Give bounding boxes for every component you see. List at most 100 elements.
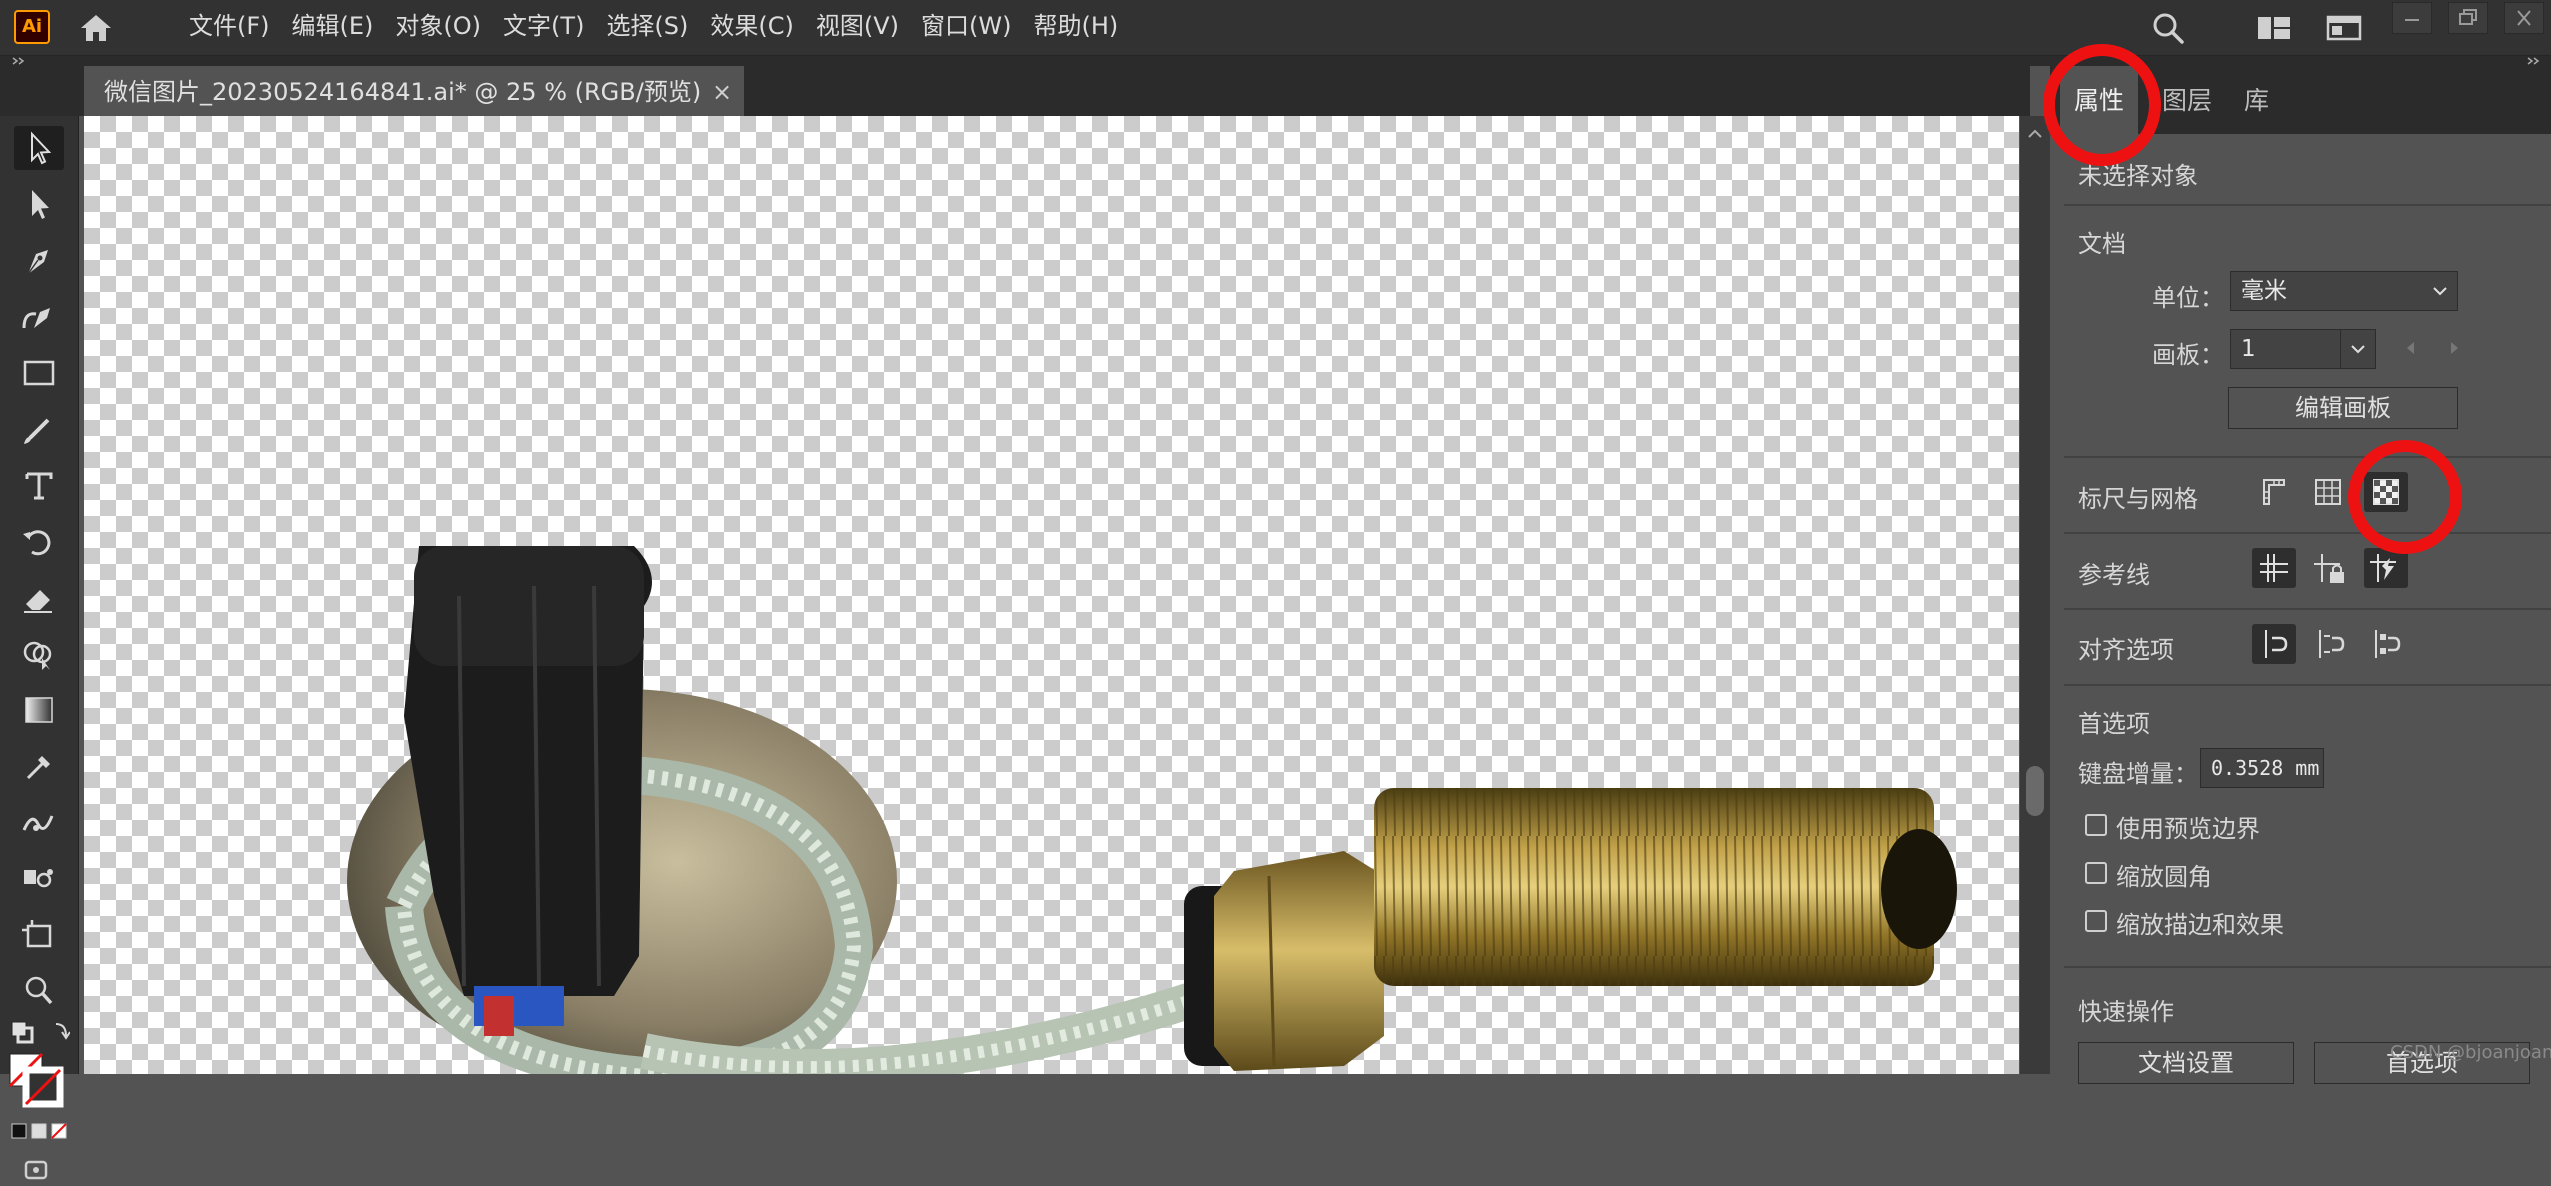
collapse-toolbar-icon[interactable] [10, 56, 30, 66]
menu-view[interactable]: 视图(V) [805, 0, 910, 55]
divider [2064, 608, 2551, 610]
quick-actions-heading: 快速操作 [2078, 998, 2174, 1026]
divider [2064, 532, 2551, 534]
artboard-label: 画板： [2152, 341, 2224, 369]
collapse-panels-icon[interactable] [2525, 56, 2545, 66]
scrollbar-thumb[interactable] [2026, 766, 2044, 816]
symbol-sprayer-tool-icon[interactable] [14, 856, 64, 900]
document-heading: 文档 [2078, 230, 2126, 258]
properties-panel: 属性 图层 库 未选择对象 文档 单位： 毫米 画板： 1 编辑画板 标尺与网格… [2050, 66, 2551, 1084]
home-icon[interactable] [78, 12, 114, 44]
menu-edit[interactable]: 编辑(E) [281, 0, 385, 55]
artboard-canvas[interactable] [84, 116, 2019, 1074]
use-preview-bounds-label: 使用预览边界 [2116, 815, 2260, 843]
app-logo: Ai [14, 10, 50, 44]
scale-strokes-effects-checkbox[interactable] [2085, 910, 2107, 932]
artboard-number-field[interactable]: 1 [2230, 329, 2354, 369]
lock-guides-icon[interactable] [2308, 548, 2352, 588]
close-icon [2517, 10, 2531, 26]
snap-to-pixel-icon[interactable] [2252, 624, 2296, 664]
chevron-down-icon [2433, 287, 2447, 296]
sensor-photo-image [347, 546, 1957, 1074]
fill-stroke-swatch[interactable] [8, 1052, 70, 1110]
previous-artboard-icon[interactable] [2402, 338, 2420, 358]
zoom-tool-icon[interactable] [14, 968, 64, 1012]
scale-corners-label: 缩放圆角 [2116, 863, 2212, 891]
menu-effect[interactable]: 效果(C) [699, 0, 804, 55]
close-window-button[interactable] [2504, 2, 2544, 34]
panel-collapse-bar [0, 56, 2551, 66]
use-preview-bounds-checkbox[interactable] [2085, 814, 2107, 836]
smart-guides-icon[interactable] [2364, 548, 2408, 588]
align-to-pixel-icon[interactable] [2364, 624, 2408, 664]
minimize-button[interactable] [2392, 2, 2432, 34]
blend-tool-icon[interactable] [14, 800, 64, 844]
document-tab[interactable]: 微信图片_20230524164841.ai* @ 25 % (RGB/预览) … [84, 66, 744, 116]
tab-libraries[interactable]: 库 [2230, 66, 2283, 134]
rulers-grids-label: 标尺与网格 [2078, 485, 2198, 513]
menu-window[interactable]: 窗口(W) [910, 0, 1022, 55]
close-tab-icon[interactable]: × [712, 66, 732, 118]
divider [2064, 684, 2551, 686]
eyedropper-tool-icon[interactable] [14, 744, 64, 788]
type-tool-icon[interactable] [14, 464, 64, 508]
guides-label: 参考线 [2078, 561, 2150, 589]
artboard-tool-icon[interactable] [14, 912, 64, 956]
menu-select[interactable]: 选择(S) [595, 0, 699, 55]
preferences-heading: 首选项 [2078, 710, 2150, 738]
scroll-up-icon[interactable] [2020, 124, 2050, 144]
document-tab-title: 微信图片_20230524164841.ai* @ 25 % (RGB/预览) [104, 78, 702, 106]
scale-strokes-effects-label: 缩放描边和效果 [2116, 911, 2284, 939]
paintbrush-tool-icon[interactable] [14, 408, 64, 452]
workspace-switcher-icon[interactable] [2326, 14, 2362, 42]
vertical-scrollbar[interactable] [2020, 116, 2050, 1074]
artboard-dropdown[interactable] [2340, 329, 2376, 369]
pen-tool-icon[interactable] [14, 240, 64, 284]
next-artboard-icon[interactable] [2445, 338, 2463, 358]
menu-file[interactable]: 文件(F) [178, 0, 281, 55]
scale-corners-checkbox[interactable] [2085, 862, 2107, 884]
document-setup-button[interactable]: 文档设置 [2078, 1042, 2294, 1084]
restore-button[interactable] [2448, 2, 2488, 34]
minimize-icon [2405, 19, 2419, 21]
menu-object[interactable]: 对象(O) [384, 0, 492, 55]
main-menu: 文件(F) 编辑(E) 对象(O) 文字(T) 选择(S) 效果(C) 视图(V… [178, 0, 1129, 55]
ruler-icon[interactable] [2252, 472, 2296, 512]
tools-panel [0, 116, 79, 1180]
color-mode-icons[interactable] [8, 1120, 70, 1142]
restore-icon [2459, 9, 2477, 25]
gradient-tool-icon[interactable] [14, 688, 64, 732]
menu-type[interactable]: 文字(T) [492, 0, 595, 55]
highlight-circle-transparency-grid [2348, 440, 2462, 554]
divider [2064, 966, 2551, 968]
swap-fill-stroke-icon[interactable] [8, 1018, 70, 1046]
grid-icon[interactable] [2306, 472, 2350, 512]
curvature-tool-icon[interactable] [14, 296, 64, 340]
divider [2064, 204, 2551, 206]
watermark: CSDN @bjoanjoan30 [2390, 1042, 2551, 1063]
menu-help[interactable]: 帮助(H) [1023, 0, 1130, 55]
unit-select[interactable]: 毫米 [2230, 271, 2458, 311]
selection-tool-icon[interactable] [14, 126, 64, 170]
document-tab-bar: 微信图片_20230524164841.ai* @ 25 % (RGB/预览) … [0, 66, 2030, 116]
align-to-pixel-grid-icon[interactable] [2308, 624, 2352, 664]
unit-value: 毫米 [2241, 278, 2287, 304]
artboard-value: 1 [2241, 336, 2256, 362]
divider [2064, 456, 2551, 458]
shape-builder-tool-icon[interactable] [14, 632, 64, 676]
arrange-documents-icon[interactable] [2256, 14, 2292, 42]
keyboard-increment-field[interactable]: 0.3528 mm [2200, 748, 2324, 788]
direct-selection-tool-icon[interactable] [14, 182, 64, 226]
edit-artboards-button[interactable]: 编辑画板 [2228, 387, 2458, 429]
rotate-tool-icon[interactable] [14, 520, 64, 564]
unit-label: 单位： [2152, 284, 2224, 312]
keyboard-increment-label: 键盘增量： [2078, 760, 2198, 788]
align-options-label: 对齐选项 [2078, 636, 2174, 664]
rectangle-tool-icon[interactable] [14, 352, 64, 396]
search-icon[interactable] [2150, 10, 2186, 46]
chevron-down-icon [2351, 345, 2365, 354]
keyboard-increment-value: 0.3528 mm [2211, 756, 2320, 780]
show-guides-icon[interactable] [2252, 548, 2296, 588]
screen-mode-icon[interactable] [18, 1156, 58, 1186]
eraser-tool-icon[interactable] [14, 576, 64, 620]
